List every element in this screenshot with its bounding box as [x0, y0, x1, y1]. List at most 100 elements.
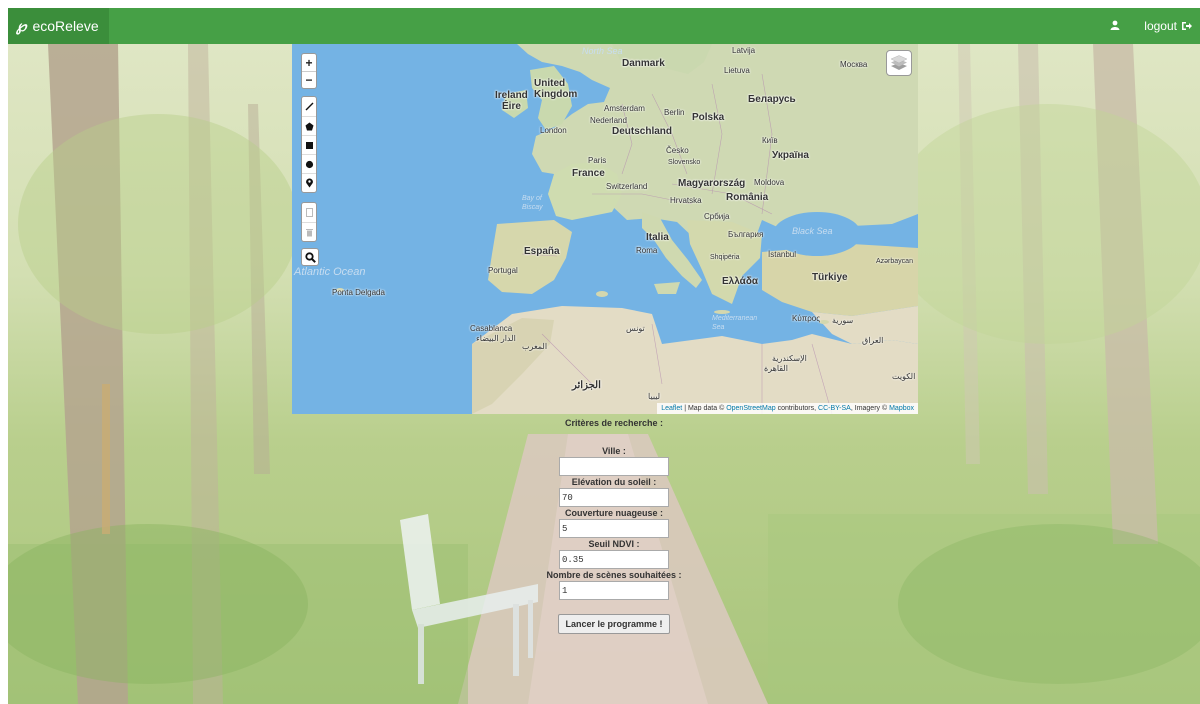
scene-count-label: Nombre de scènes souhaitées : [546, 570, 682, 580]
license-link[interactable]: CC-BY-SA [818, 405, 851, 412]
map-label-bay-of-biscay: Bay of Biscay [522, 195, 543, 211]
top-navbar: ℘ ecoReleve logout [8, 8, 1200, 44]
map-label-amsterdam: Amsterdam [604, 104, 645, 113]
map-label-kyiv: Київ [762, 136, 778, 145]
map-label-london: London [540, 126, 567, 135]
map-label-latvija: Latvija [732, 46, 756, 55]
map-label-lietuva: Lietuva [724, 66, 750, 75]
map-label-libya: ليبيا [648, 392, 661, 401]
map-label-ukraina: Україна [772, 150, 809, 161]
attribution-text-1: | Map data © [682, 405, 727, 412]
map-label-iskandariya: الإسكندرية [772, 354, 807, 363]
map-label-nederland: Nederland [590, 116, 627, 125]
mapbox-link[interactable]: Mapbox [889, 405, 914, 412]
map-label-cesko: Česko [666, 146, 689, 155]
leaflet-link[interactable]: Leaflet [661, 405, 682, 412]
map-label-qahira: القاهرة [764, 364, 788, 373]
map-label-dar-albayda: الدار البيضاء [476, 334, 516, 343]
map-label-portugal: Portugal [488, 266, 518, 275]
map-label-srbija: Србија [704, 212, 730, 221]
map-label-bulgaria: България [728, 230, 764, 239]
map-label-kuwait: الكويت [892, 372, 916, 381]
edit-toolbar [301, 202, 317, 242]
map-label-black-sea: Black Sea [792, 226, 833, 236]
attribution-text-3: , Imagery © [850, 405, 890, 412]
search-icon [304, 251, 316, 263]
app-frame: ℘ ecoReleve logout North Sea Danmark Lat… [8, 8, 1200, 704]
draw-marker-icon[interactable] [302, 173, 316, 192]
brand-link[interactable]: ℘ ecoReleve [8, 8, 109, 44]
form-title: Critères de recherche : [564, 418, 664, 428]
brand-name: ecoReleve [32, 18, 99, 34]
map-attribution: Leaflet | Map data © OpenStreetMap contr… [657, 403, 918, 414]
ville-input[interactable] [559, 457, 669, 476]
zoom-out-button[interactable]: − [302, 71, 316, 88]
map-container[interactable]: North Sea Danmark Latvija Lietuva Москва… [292, 44, 918, 414]
ndvi-threshold-label: Seuil NDVI : [588, 539, 640, 549]
map-label-italia: Italia [646, 232, 669, 243]
map-label-turkiye: Türkiye [812, 272, 848, 283]
map-label-deutschland: Deutschland [612, 126, 673, 137]
user-icon[interactable] [1110, 19, 1120, 33]
map-label-ocean: Atlantic Ocean [294, 266, 366, 278]
map-label-north-sea: North Sea [582, 46, 623, 56]
map-label-france: France [572, 168, 605, 179]
map-label-ponta-delgada: Ponta Delgada [332, 288, 385, 297]
brand-logo-icon: ℘ [16, 18, 27, 35]
draw-polygon-icon[interactable] [302, 116, 316, 135]
map-label-united-kingdom: United Kingdom [534, 78, 578, 100]
osm-link[interactable]: OpenStreetMap [726, 405, 775, 412]
cloud-cover-input[interactable] [559, 519, 669, 538]
search-criteria-form: Critères de recherche : Ville : Elévatio… [506, 416, 722, 634]
zoom-in-button[interactable]: + [302, 54, 316, 71]
map-label-berlin: Berlin [664, 108, 685, 117]
delete-layers-icon[interactable] [302, 222, 316, 241]
map-label-iraq: العراق [862, 336, 884, 345]
layers-icon [890, 55, 908, 70]
logout-link[interactable]: logout [1144, 19, 1192, 33]
map-label-polska: Polska [692, 112, 725, 123]
map-label-danmark: Danmark [622, 58, 665, 69]
map-label-shqiperia: Shqipëria [710, 254, 740, 261]
map-label-paris: Paris [588, 156, 607, 165]
ville-label: Ville : [602, 446, 626, 456]
map-label-espana: España [524, 246, 560, 257]
logout-label: logout [1144, 19, 1177, 33]
map-label-mediterranean: Mediterranean Sea [712, 315, 758, 331]
logout-icon [1182, 22, 1192, 30]
map-label-suriya: سورية [832, 316, 854, 325]
map-label-azerbaycan: Azərbaycan [876, 258, 913, 265]
map-label-ireland: Ireland [495, 90, 528, 101]
launch-program-button[interactable]: Lancer le programme ! [558, 614, 670, 634]
map-label-ellada: Ελλάδα [722, 276, 759, 287]
map-label-istanbul: İstanbul [768, 250, 797, 259]
map-label-casablanca: Casablanca [470, 324, 513, 333]
draw-polyline-icon[interactable] [302, 97, 316, 116]
map-label-moskva: Москва [840, 60, 868, 69]
map-label-almaghrib: المغرب [522, 342, 548, 351]
map-label-kypros: Κύπρος [792, 314, 821, 323]
draw-rectangle-icon[interactable] [302, 135, 316, 154]
sun-elevation-label: Elévation du soleil : [571, 477, 657, 487]
map-label-switzerland: Switzerland [606, 182, 648, 191]
edit-layers-icon[interactable] [302, 203, 316, 222]
ndvi-threshold-input[interactable] [559, 550, 669, 569]
draw-toolbar [301, 96, 317, 193]
map-label-moldova: Moldova [754, 178, 785, 187]
layers-control-button[interactable] [886, 50, 912, 76]
map-search-button[interactable] [301, 248, 319, 266]
map-label-eire: Éire [502, 101, 521, 112]
zoom-control: + − [301, 53, 317, 89]
scene-count-input[interactable] [559, 581, 669, 600]
map-label-romania: România [726, 192, 769, 203]
map-label-hrvatska: Hrvatska [670, 196, 702, 205]
map-label-jazair: الجزائر [572, 380, 601, 391]
sun-elevation-input[interactable] [559, 488, 669, 507]
map-label-belarus: Беларусь [748, 94, 796, 105]
attribution-text-2: contributors, [775, 405, 819, 412]
map-label-roma: Roma [636, 246, 658, 255]
map-label-magyarorszag: Magyarország [678, 178, 746, 189]
draw-circle-icon[interactable] [302, 154, 316, 173]
map-label-tunis: تونس [626, 324, 645, 333]
cloud-cover-label: Couverture nuageuse : [564, 508, 664, 518]
